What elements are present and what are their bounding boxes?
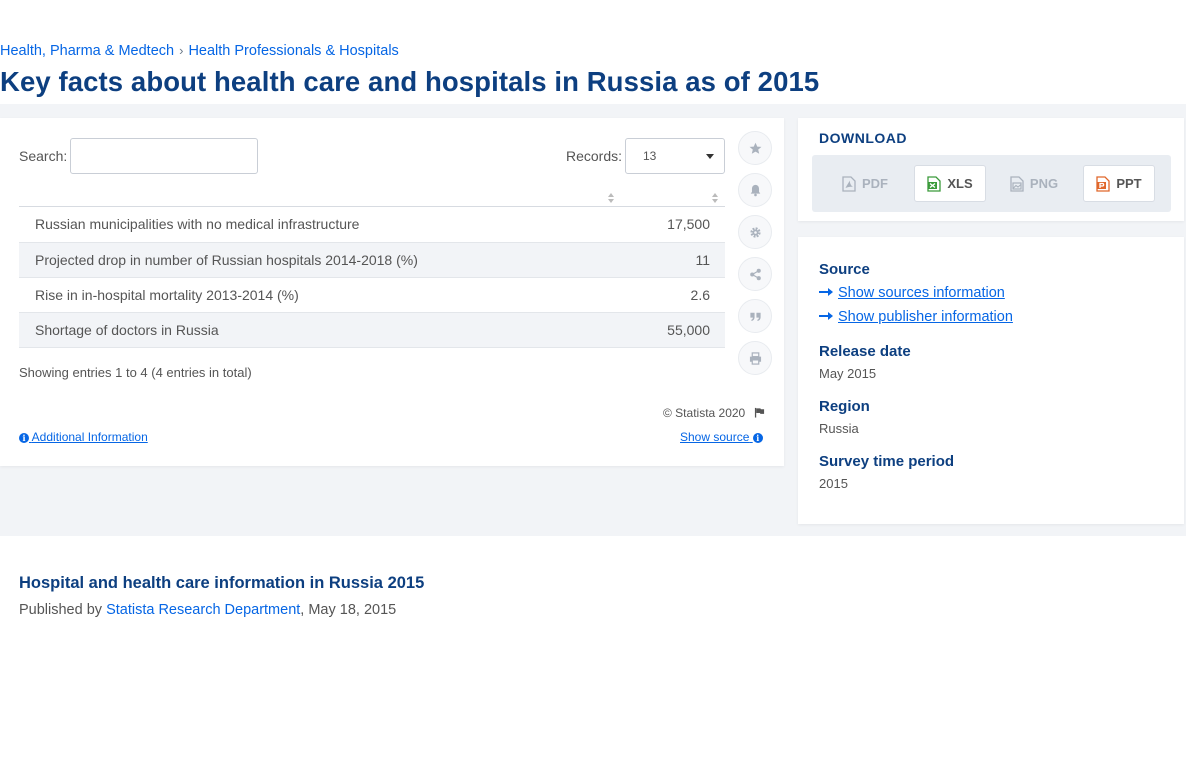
breadcrumb-health-pharma-medtech[interactable]: Health, Pharma & Medtech — [0, 43, 174, 59]
page-title: Key facts about health care and hospital… — [0, 66, 820, 97]
print-button[interactable] — [738, 341, 772, 375]
table-row: Rise in in-hospital mortality 2013-2014 … — [19, 277, 725, 312]
entries-count: Showing entries 1 to 4 (4 entries in tot… — [19, 365, 252, 380]
additional-information-link[interactable]: i Additional Information — [19, 430, 148, 444]
breadcrumb-health-professionals-hospitals[interactable]: Health Professionals & Hospitals — [188, 43, 398, 59]
download-ppt-button[interactable]: PPT — [1083, 165, 1155, 202]
published-by-prefix: Published by — [19, 602, 103, 618]
arrow-right-icon — [819, 311, 834, 321]
download-pdf-button[interactable]: PDF — [829, 165, 901, 202]
png-file-icon — [1010, 175, 1024, 192]
region-label: Region — [819, 398, 870, 415]
copyright-text: © Statista 2020 — [663, 406, 746, 420]
show-source-link[interactable]: Show source i — [680, 430, 763, 444]
print-icon — [749, 351, 761, 365]
download-png-label: PNG — [1029, 176, 1059, 191]
show-sources-label: Show sources information — [838, 285, 1005, 301]
survey-period-value: 2015 — [819, 476, 848, 491]
download-pdf-label: PDF — [862, 176, 888, 191]
sort-label-column-icon[interactable] — [607, 193, 615, 205]
publisher-link[interactable]: Statista Research Department — [106, 602, 300, 618]
show-source-label: Show source — [680, 430, 750, 444]
search-input[interactable] — [70, 138, 258, 174]
row-label: Russian municipalities with no medical i… — [35, 216, 360, 233]
star-icon — [749, 142, 761, 154]
quote-icon — [749, 312, 761, 321]
row-value: 55,000 — [667, 321, 710, 338]
search-label: Search: — [19, 148, 68, 164]
breadcrumb: Health, Pharma & Medtech › Health Professi… — [0, 43, 399, 59]
info-icon: i — [19, 433, 29, 443]
breadcrumb-separator: › — [179, 43, 184, 58]
row-label: Rise in in-hospital mortality 2013-2014 … — [35, 286, 299, 303]
table-row: Projected drop in number of Russian hosp… — [19, 242, 725, 277]
show-publisher-link[interactable]: Show publisher information — [819, 309, 1013, 325]
settings-button[interactable] — [738, 215, 772, 249]
region-value: Russia — [819, 421, 859, 436]
row-value: 11 — [695, 251, 710, 268]
source-label: Source — [819, 261, 870, 278]
flag-icon[interactable] — [754, 407, 765, 418]
row-value: 17,500 — [667, 216, 710, 233]
sort-value-column-icon[interactable] — [711, 193, 719, 205]
favorite-button[interactable] — [738, 131, 772, 165]
release-date-value: May 2015 — [819, 366, 877, 381]
download-ppt-label: PPT — [1116, 176, 1142, 191]
download-xls-button[interactable]: XLS — [914, 165, 986, 202]
additional-information-label: Additional Information — [31, 430, 148, 444]
download-xls-label: XLS — [947, 176, 973, 191]
release-date-label: Release date — [819, 343, 911, 360]
gear-icon — [749, 226, 761, 238]
arrow-right-icon — [819, 287, 834, 297]
ppt-file-icon — [1096, 175, 1110, 192]
table-row: Shortage of doctors in Russia 55,000 — [19, 312, 725, 347]
row-label: Shortage of doctors in Russia — [35, 321, 219, 338]
info-icon: i — [752, 433, 763, 443]
show-sources-link[interactable]: Show sources information — [819, 285, 1005, 301]
download-title: DOWNLOAD — [819, 130, 907, 146]
pdf-file-icon — [842, 175, 856, 192]
table-row: Russian municipalities with no medical i… — [19, 207, 725, 242]
bell-icon — [750, 184, 760, 196]
records-select[interactable]: 13 — [625, 138, 725, 174]
survey-period-label: Survey time period — [819, 453, 955, 470]
report-date: , May 18, 2015 — [300, 602, 397, 618]
xls-file-icon — [927, 175, 941, 192]
cite-button[interactable] — [738, 299, 772, 333]
report-title: Hospital and health care information in … — [19, 574, 425, 592]
records-select-value: 13 — [643, 149, 657, 163]
row-value: 2.6 — [690, 286, 710, 303]
records-label: Records: — [566, 148, 623, 164]
share-icon — [749, 268, 761, 280]
caret-down-icon — [706, 154, 714, 159]
report-published-by: Published by Statista Research Departmen… — [19, 602, 396, 618]
show-publisher-label: Show publisher information — [838, 309, 1013, 325]
data-table: Russian municipalities with no medical i… — [19, 207, 725, 348]
share-button[interactable] — [738, 257, 772, 291]
download-png-button[interactable]: PNG — [998, 165, 1070, 202]
row-label: Projected drop in number of Russian hosp… — [35, 251, 418, 268]
notification-button[interactable] — [738, 173, 772, 207]
